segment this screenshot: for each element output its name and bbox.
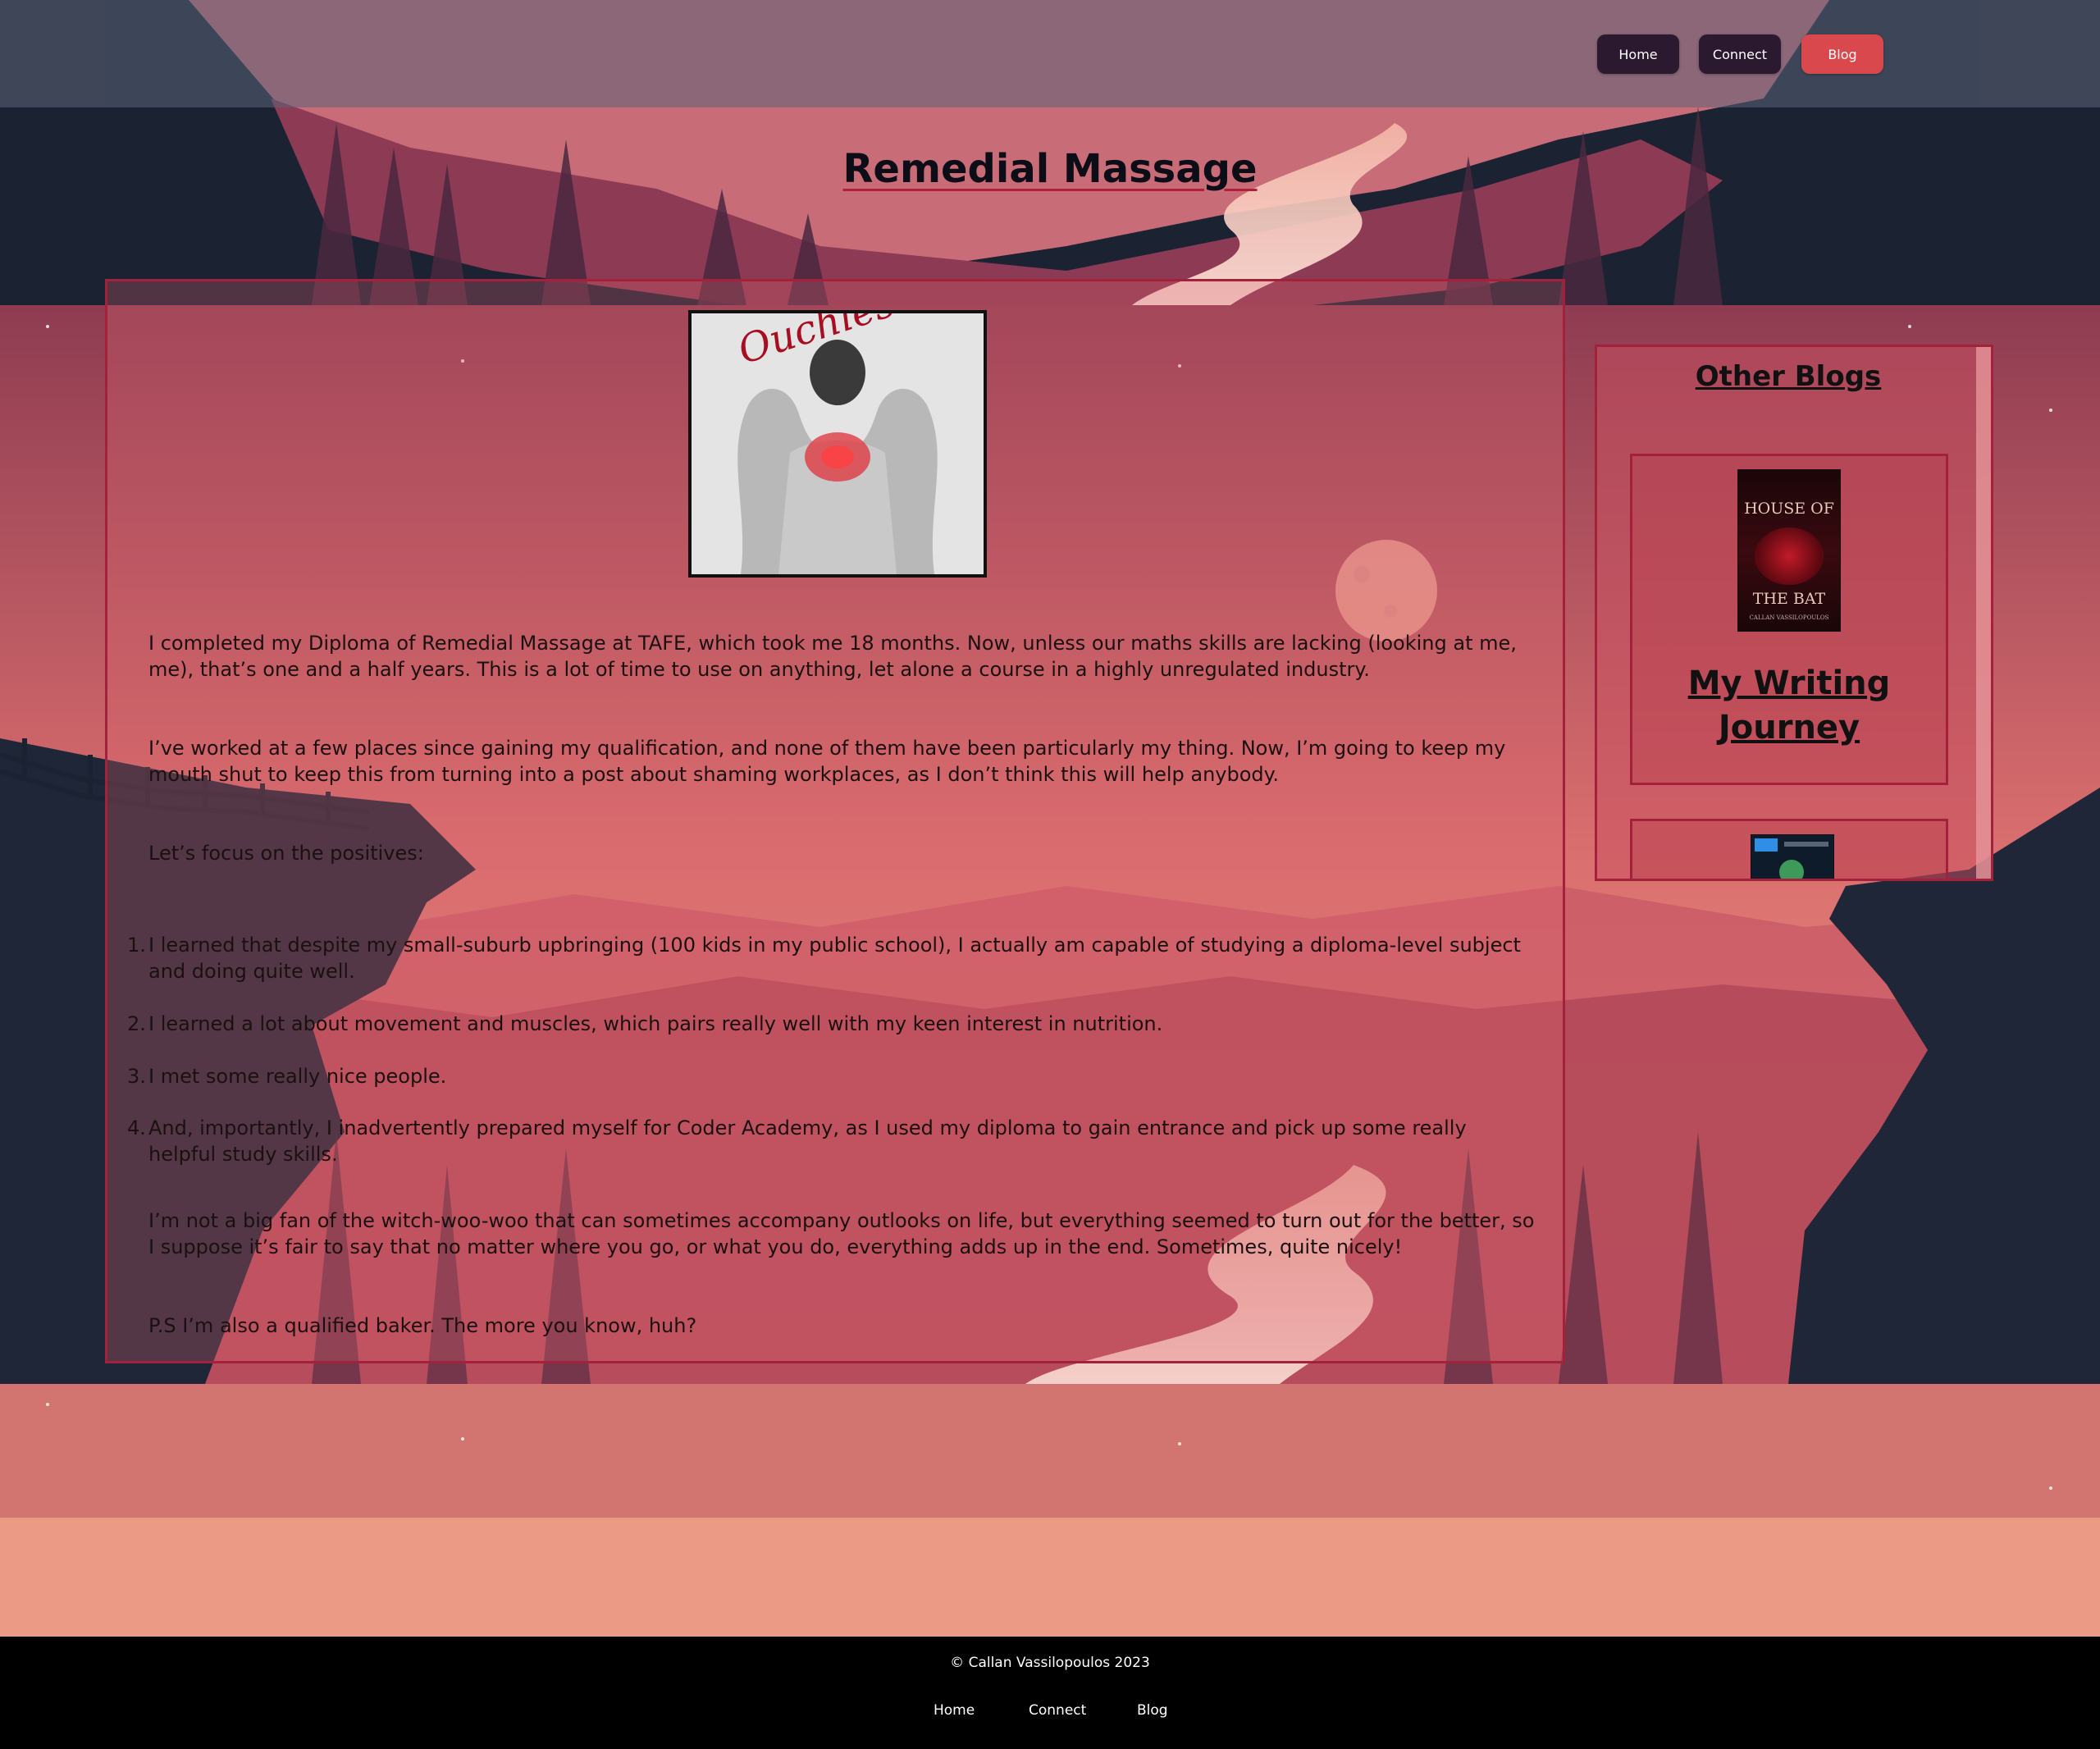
list-item: 1. I learned that despite my small-subur… [127,932,1535,984]
book-cover-author: CALLAN VASSILOPOULOS [1749,614,1829,621]
book-cover-image: HOUSE OF THE BAT CALLAN VASSILOPOULOS [1737,469,1841,632]
footer-blog-link[interactable]: Blog [1137,1702,1168,1719]
list-item-text: And, importantly, I inadvertently prepar… [148,1117,1467,1166]
list-number: 4. [127,1117,146,1139]
list-item: 2. I learned a lot about movement and mu… [127,1011,1535,1037]
footer-copyright: © Callan Vassilopoulos 2023 [950,1655,1150,1671]
sidebar-scrollbar[interactable] [1976,347,1991,879]
list-item-text: I met some really nice people. [148,1065,447,1088]
list-number: 3. [127,1065,146,1088]
list-item: 3. I met some really nice people. [127,1063,1535,1089]
other-blogs-sidebar[interactable]: Other Blogs HOUSE OF THE BAT CALLAN VASS… [1595,345,1993,881]
blog-card[interactable]: HOUSE OF THE BAT CALLAN VASSILOPOULOS My… [1630,454,1948,785]
sidebar-title: Other Blogs [1695,360,1882,393]
article-paragraph: I’ve worked at a few places since gainin… [148,737,1506,786]
article-panel: Ouchies!!! I completed my Diploma of Rem… [105,279,1565,1363]
blog-card[interactable] [1630,819,1948,879]
article-hero-image: Ouchies!!! [688,310,987,578]
book-cover-title: HOUSE OF [1744,500,1834,518]
article-paragraph: I’m not a big fan of the witch-woo-woo t… [148,1209,1535,1258]
footer-connect-link[interactable]: Connect [1029,1702,1086,1719]
nav-home-button[interactable]: Home [1597,34,1679,74]
list-number: 1. [127,934,146,957]
list-number: 2. [127,1012,146,1035]
nav-blog-button[interactable]: Blog [1801,34,1883,74]
list-item: 4. And, importantly, I inadvertently pre… [127,1115,1535,1167]
blog-card-thumbnail [1751,834,1834,879]
book-cover-subtitle: THE BAT [1752,590,1826,608]
list-item-text: I learned that despite my small-suburb u… [148,934,1521,983]
nav-connect-button[interactable]: Connect [1699,34,1781,74]
article-paragraph: Let’s focus on the positives: [148,842,424,865]
footer: © Callan Vassilopoulos 2023 Home Connect… [0,1637,2100,1749]
article-paragraph: P.S I’m also a qualified baker. The more… [148,1314,697,1337]
footer-home-link[interactable]: Home [934,1702,975,1719]
list-item-text: I learned a lot about movement and muscl… [148,1012,1163,1035]
back-pain-illustration [692,313,984,574]
article-paragraph: I completed my Diploma of Remedial Massa… [148,632,1517,681]
blog-card-title[interactable]: My Writing Journey [1632,661,1946,750]
page-title: Remedial Massage [842,146,1258,192]
top-navbar: Home Connect Blog [0,0,2100,107]
